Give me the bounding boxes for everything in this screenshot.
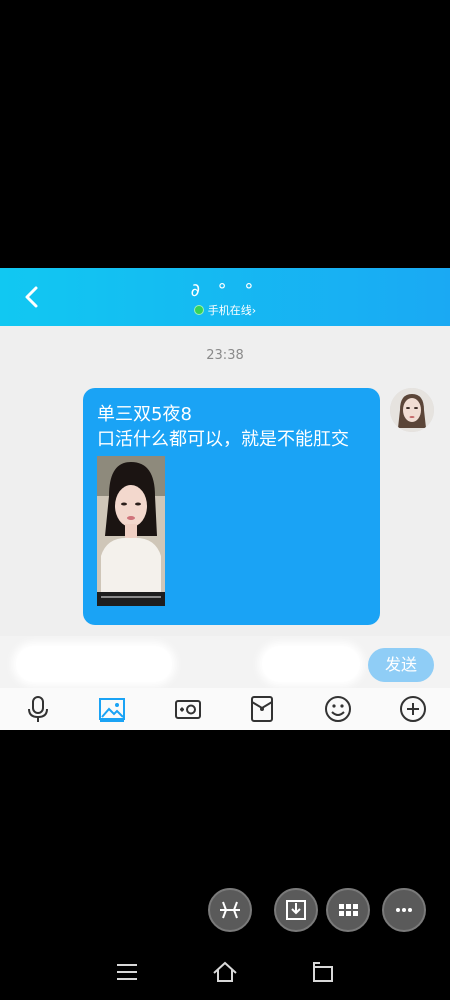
chat-header: ∂ ° ° 手机在线› bbox=[0, 268, 450, 326]
avatar[interactable] bbox=[390, 388, 434, 432]
red-packet-icon[interactable] bbox=[247, 694, 277, 724]
back-icon[interactable] bbox=[309, 960, 337, 984]
pinwheel-button[interactable] bbox=[208, 888, 252, 932]
video-thumbnail[interactable] bbox=[97, 456, 165, 606]
online-dot-icon bbox=[193, 305, 204, 315]
chat-toolbar bbox=[0, 688, 450, 730]
more-button[interactable] bbox=[382, 888, 426, 932]
download-icon bbox=[286, 900, 306, 920]
home-icon[interactable] bbox=[211, 960, 239, 984]
portrait-photo bbox=[97, 456, 165, 606]
grid-button[interactable] bbox=[326, 888, 370, 932]
download-button[interactable] bbox=[274, 888, 318, 932]
avatar-image bbox=[390, 388, 434, 432]
online-status: 手机在线› bbox=[0, 302, 450, 318]
pinwheel-icon bbox=[220, 901, 240, 919]
message-timestamp: 23:38 bbox=[206, 348, 244, 363]
send-button[interactable]: 发送 bbox=[368, 648, 434, 682]
message-list[interactable]: 23:38 单三双5夜8 口活什么都可以，就是不能肛交 bbox=[0, 326, 450, 636]
plus-icon[interactable] bbox=[398, 694, 428, 724]
message-input[interactable] bbox=[16, 646, 172, 682]
status-chevron-icon: › bbox=[251, 304, 257, 317]
image-icon[interactable] bbox=[97, 694, 127, 724]
more-icon bbox=[396, 908, 412, 912]
input-bar: 发送 bbox=[0, 636, 450, 688]
message-line-1: 单三双5夜8 bbox=[97, 404, 192, 425]
microphone-icon[interactable] bbox=[23, 694, 53, 724]
message-input-extension[interactable] bbox=[262, 646, 360, 682]
message-bubble[interactable]: 单三双5夜8 口活什么都可以，就是不能肛交 bbox=[83, 388, 380, 625]
contact-name[interactable]: ∂ ° ° bbox=[0, 280, 450, 301]
camera-icon[interactable] bbox=[173, 694, 203, 724]
grid-icon bbox=[339, 904, 358, 916]
message-line-2: 口活什么都可以，就是不能肛交 bbox=[97, 429, 349, 450]
menu-icon[interactable] bbox=[113, 960, 141, 984]
online-status-label: 手机在线 bbox=[207, 304, 252, 317]
emoji-icon[interactable] bbox=[323, 694, 353, 724]
